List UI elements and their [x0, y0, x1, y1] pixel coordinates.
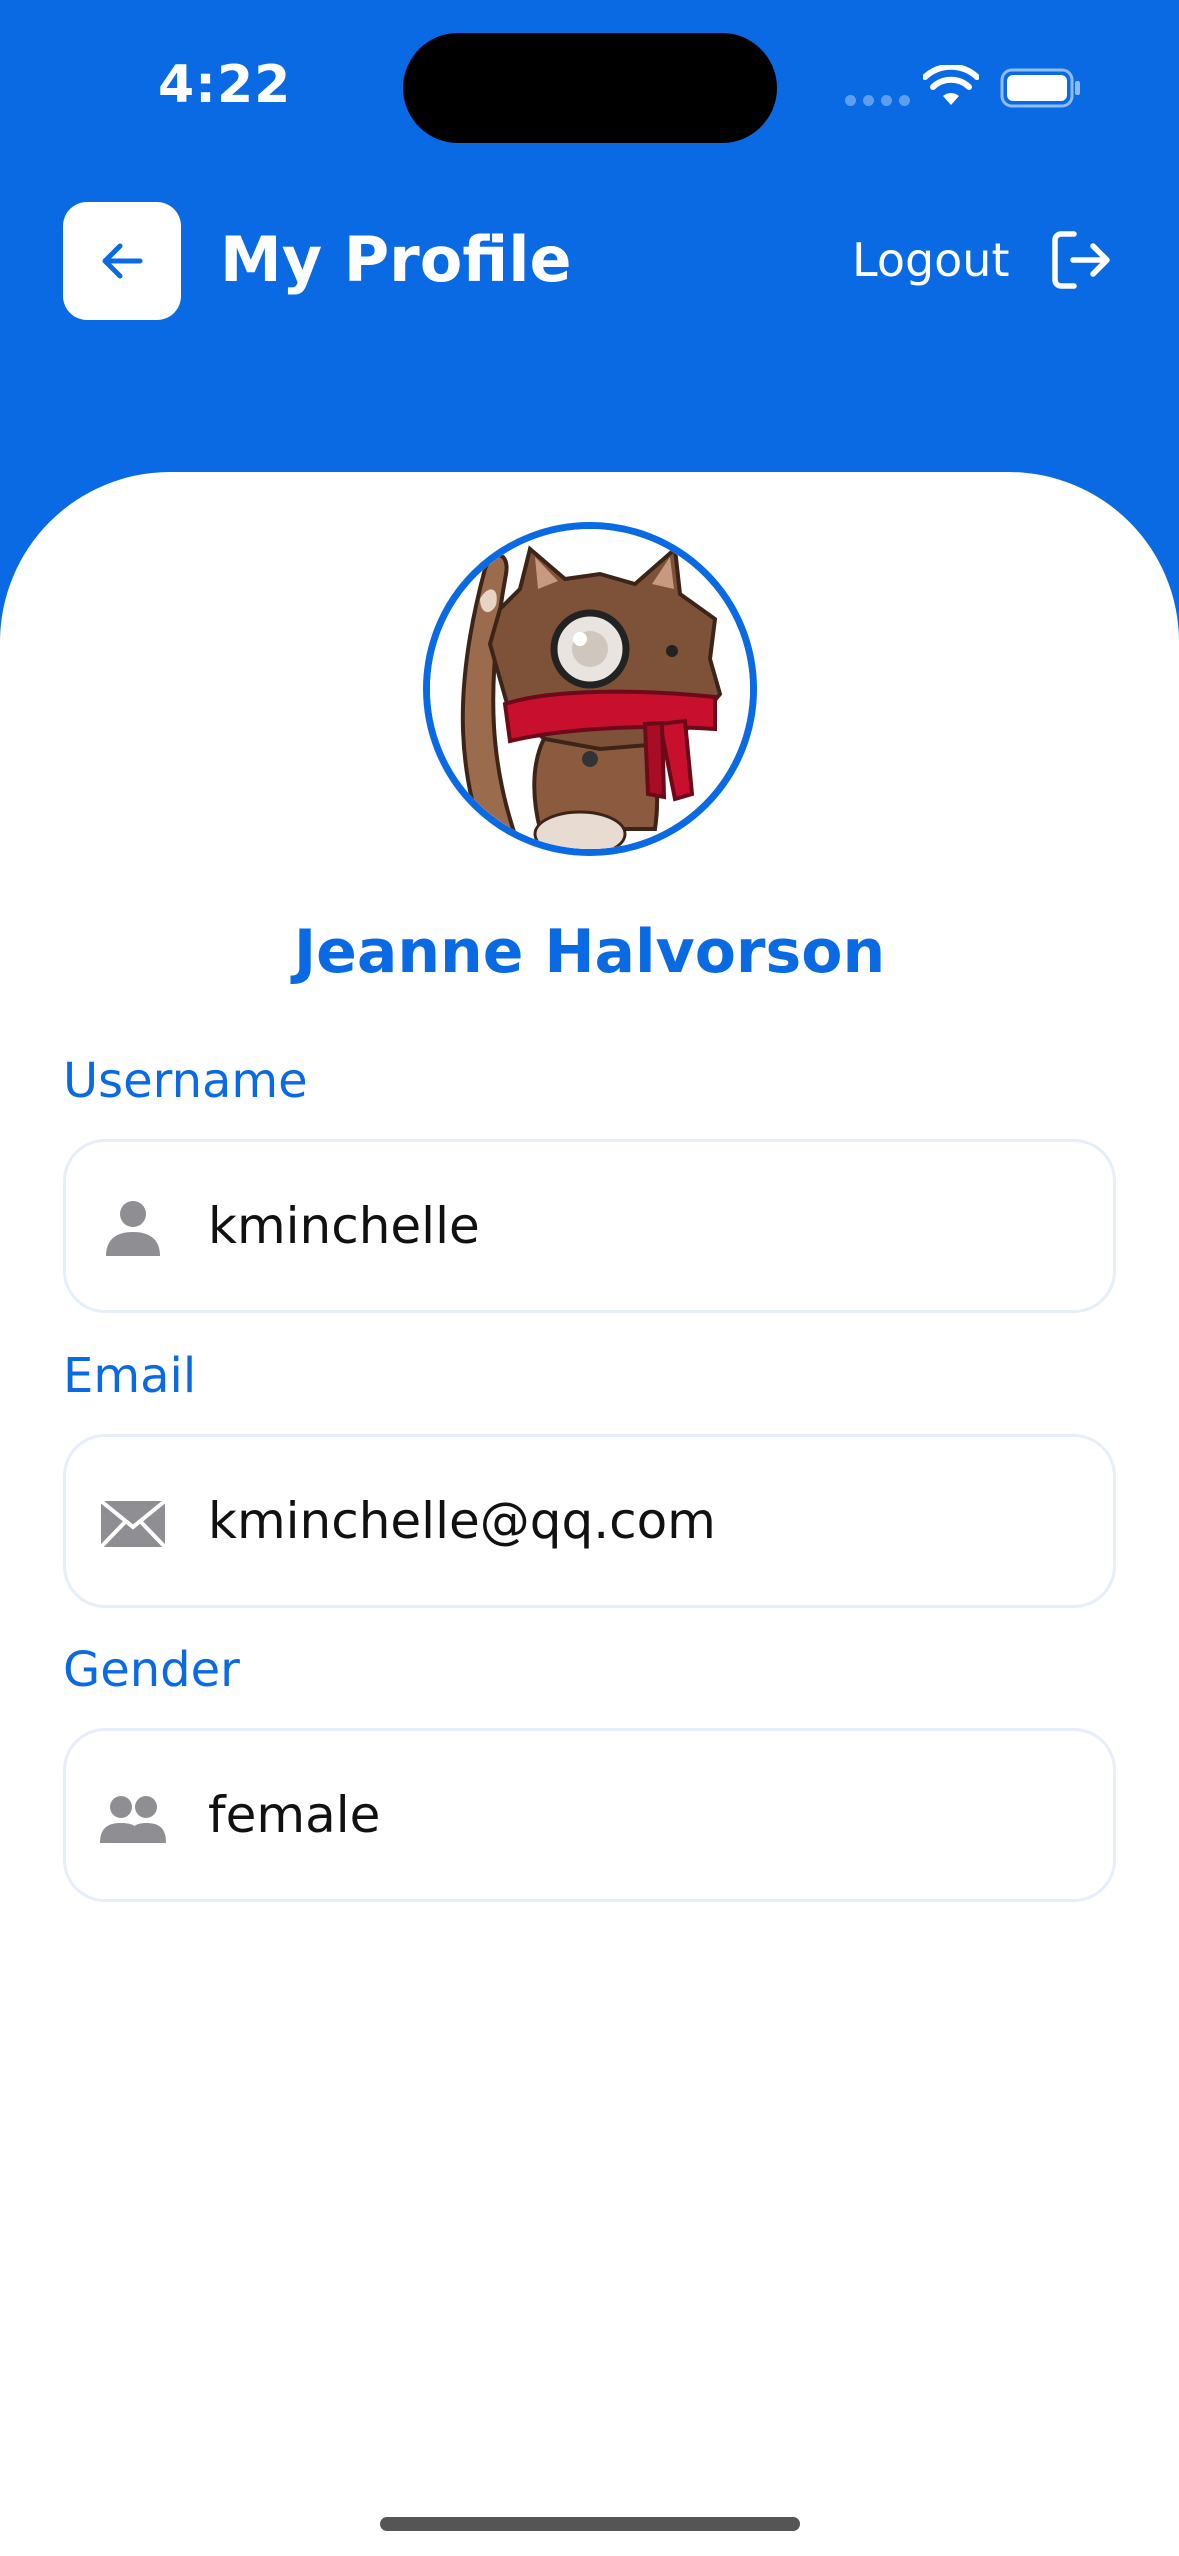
gender-label: Gender [63, 1642, 240, 1698]
email-value: kminchelle@qq.com [208, 1492, 716, 1550]
email-label: Email [63, 1348, 197, 1404]
username-value: kminchelle [208, 1197, 480, 1255]
gender-field[interactable]: female [63, 1728, 1116, 1902]
gender-value: female [208, 1786, 381, 1844]
home-indicator[interactable] [380, 2517, 800, 2531]
email-field[interactable]: kminchelle@qq.com [63, 1434, 1116, 1608]
back-button[interactable] [63, 202, 181, 320]
status-time: 4:22 [158, 55, 292, 115]
username-field[interactable]: kminchelle [63, 1139, 1116, 1313]
people-icon [100, 1796, 166, 1843]
cellular-signal-icon [845, 95, 910, 106]
profile-name: Jeanne Halvorson [293, 917, 886, 987]
wifi-icon [923, 65, 979, 105]
logout-icon [1051, 231, 1110, 289]
profile-avatar[interactable] [423, 522, 757, 856]
person-icon [106, 1201, 160, 1256]
dynamic-island [403, 33, 777, 143]
page-title: My Profile [220, 223, 572, 296]
arrow-left-icon [102, 243, 143, 279]
mail-icon [99, 1499, 167, 1549]
profile-screen: 4:22 My Profile Logout Jeanne Halvorson … [0, 0, 1179, 2556]
cat-avatar-image [430, 529, 750, 849]
logout-label: Logout [852, 233, 1010, 287]
username-label: Username [63, 1053, 308, 1109]
battery-icon [1000, 68, 1080, 108]
logout-button[interactable]: Logout [852, 220, 1114, 300]
